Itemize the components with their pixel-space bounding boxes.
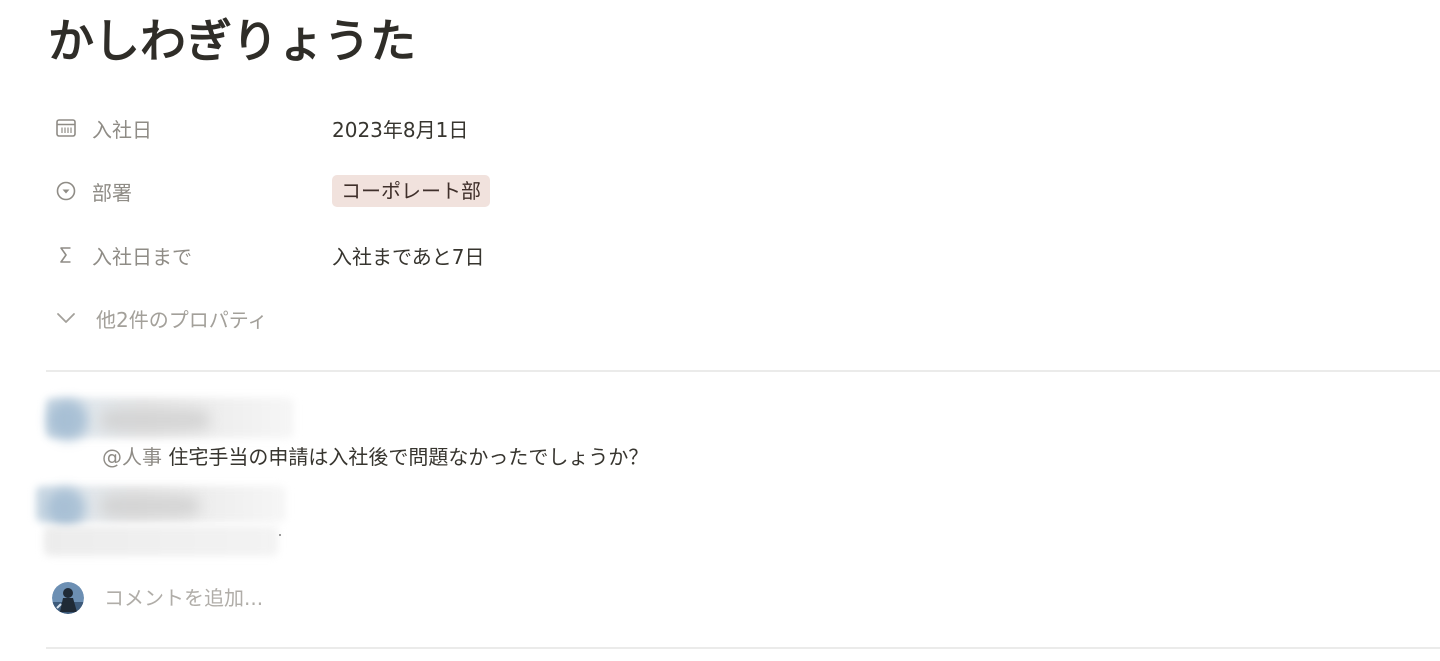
property-label-join-date[interactable]: 入社日 — [52, 108, 312, 148]
comment-input[interactable] — [104, 586, 704, 610]
divider — [46, 647, 1440, 649]
avatar — [52, 582, 84, 614]
redacted-author-name — [100, 496, 200, 516]
formula-sigma-icon — [52, 241, 80, 269]
page-title[interactable]: かしわぎりょうた — [48, 8, 416, 74]
comment-text: 住宅手当の申請は入社後で問題なかったでしょうか？ — [162, 445, 649, 469]
calendar-icon — [52, 114, 80, 142]
property-label-text: 部署 — [92, 180, 132, 205]
property-label-days-until-join[interactable]: 入社日まで — [52, 235, 312, 275]
more-properties-label: 他2件のプロパティ — [96, 307, 268, 332]
mention-link[interactable]: @人事 — [102, 445, 162, 469]
avatar — [48, 400, 88, 440]
property-label-department[interactable]: 部署 — [52, 171, 312, 211]
divider — [46, 370, 1440, 372]
property-label-text: 入社日 — [92, 117, 152, 142]
page: かしわぎりょうた 入社日 2023年8月1日 部署 コーポレート部 入社日まで … — [0, 0, 1440, 661]
period-mark — [279, 534, 281, 536]
property-row-days-until-join: 入社日まで 入社まであと7日 — [52, 235, 952, 275]
property-value-department[interactable]: コーポレート部 — [332, 171, 490, 211]
select-icon — [52, 177, 80, 205]
redacted-comment-text — [44, 526, 278, 556]
avatar — [46, 488, 86, 528]
property-row-department: 部署 コーポレート部 — [52, 171, 952, 211]
property-label-text: 入社日まで — [92, 244, 192, 269]
property-row-join-date: 入社日 2023年8月1日 — [52, 108, 952, 148]
property-value-join-date[interactable]: 2023年8月1日 — [332, 108, 468, 148]
chevron-down-icon — [52, 304, 80, 332]
department-tag[interactable]: コーポレート部 — [332, 175, 490, 207]
add-comment-row — [52, 580, 704, 616]
redacted-author-name — [100, 410, 210, 430]
comment-body: @人事 住宅手当の申請は入社後で問題なかったでしょうか？ — [102, 440, 648, 474]
property-value-days-until-join[interactable]: 入社まであと7日 — [332, 235, 485, 275]
more-properties-toggle[interactable]: 他2件のプロパティ — [52, 298, 268, 338]
